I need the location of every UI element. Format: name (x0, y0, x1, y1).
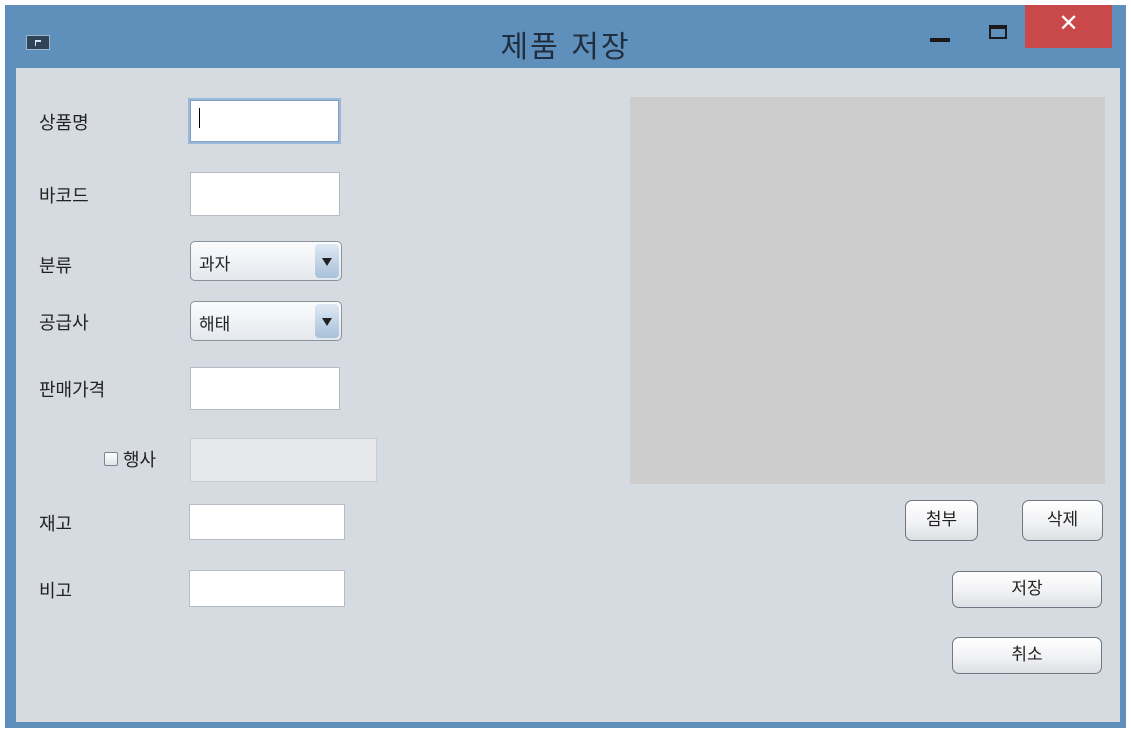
supplier-select[interactable]: 해태 (190, 301, 342, 341)
image-preview (630, 97, 1105, 484)
close-button[interactable]: ✕ (1025, 5, 1112, 48)
stock-input[interactable] (189, 504, 345, 540)
text-caret (199, 108, 200, 128)
price-input[interactable] (190, 367, 340, 410)
supplier-label: 공급사 (39, 313, 89, 334)
product-save-window: 제품 저장 ✕ 상품명 바코드 분류 과자 공급사 해태 판매가격 행사 재고 … (5, 5, 1126, 728)
barcode-label: 바코드 (39, 186, 89, 207)
stock-label: 재고 (39, 514, 73, 535)
chevron-down-icon[interactable] (315, 304, 339, 338)
category-select[interactable]: 과자 (190, 241, 342, 281)
product-name-label: 상품명 (39, 113, 89, 134)
category-selected-value: 과자 (199, 255, 231, 275)
event-input (190, 438, 377, 482)
price-label: 판매가격 (39, 380, 106, 401)
note-input[interactable] (189, 570, 345, 607)
chevron-down-icon[interactable] (315, 244, 339, 278)
note-label: 비고 (39, 581, 73, 602)
maximize-button[interactable] (975, 5, 1021, 45)
save-button[interactable]: 저장 (952, 571, 1102, 608)
title-bar[interactable]: 제품 저장 ✕ (5, 5, 1126, 68)
cancel-button[interactable]: 취소 (952, 637, 1102, 674)
delete-button[interactable]: 삭제 (1022, 500, 1103, 541)
minimize-button[interactable] (914, 5, 964, 45)
barcode-input[interactable] (190, 172, 340, 216)
event-checkbox[interactable] (104, 452, 118, 466)
attach-button[interactable]: 첨부 (905, 500, 978, 541)
maximize-icon (989, 25, 1007, 39)
supplier-selected-value: 해태 (199, 315, 231, 335)
category-label: 분류 (39, 256, 73, 277)
minimize-icon (930, 38, 950, 42)
product-name-input[interactable] (188, 98, 341, 144)
event-label: 행사 (123, 450, 157, 471)
close-icon: ✕ (1058, 9, 1079, 37)
form-panel: 상품명 바코드 분류 과자 공급사 해태 판매가격 행사 재고 비고 첨부 삭제… (16, 68, 1120, 722)
